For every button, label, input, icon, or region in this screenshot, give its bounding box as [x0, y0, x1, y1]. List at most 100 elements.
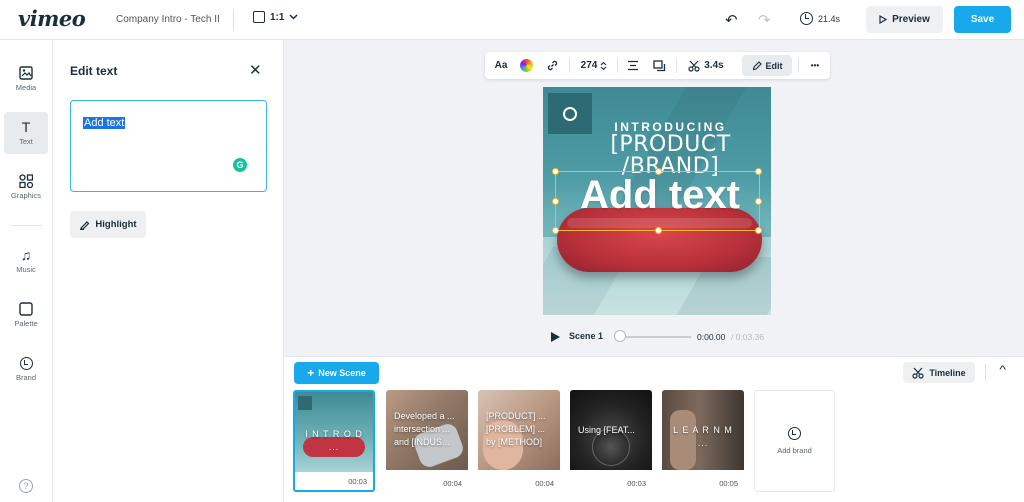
scene-thumbnail[interactable]: I N T R O D ... 00:03 [293, 390, 375, 492]
resize-handle[interactable] [755, 227, 762, 234]
highlighter-icon [80, 221, 90, 230]
brand-icon [19, 356, 33, 370]
pencil-icon [752, 60, 762, 70]
sidebar-item-label: Media [15, 83, 37, 92]
close-icon[interactable]: ✕ [249, 61, 262, 79]
color-wheel-icon [519, 59, 533, 72]
project-name[interactable]: Company Intro - Tech II [116, 14, 220, 25]
selection-frame[interactable] [552, 168, 762, 234]
aspect-ratio-dropdown[interactable]: 1:1 [253, 11, 298, 23]
scene-text: L E A R N M ... [673, 425, 733, 448]
brand-icon [788, 427, 801, 440]
timeline-panel: + New Scene Timeline ^ I N T R O D ... 0… [284, 356, 1024, 502]
more-options-icon[interactable]: ••• [805, 52, 825, 79]
video-canvas[interactable]: INTRODUCING [PRODUCT /BRAND] Add text [543, 87, 771, 315]
scene-text: [PRODUCT] ... [PROBLEM] ... by [METHOD] [486, 411, 546, 447]
help-icon[interactable]: ? [19, 479, 33, 493]
current-time: 0:00.00 [697, 332, 726, 342]
highlight-button[interactable]: Highlight [70, 211, 146, 238]
resize-handle[interactable] [655, 168, 662, 175]
play-outline-icon [879, 15, 888, 24]
sidebar-item-label: Music [16, 265, 36, 274]
resize-handle[interactable] [655, 227, 662, 234]
font-size-value: 274 [580, 60, 598, 71]
link-glyph [547, 60, 557, 71]
scrubber-track[interactable] [619, 336, 691, 338]
timeline-button[interactable]: Timeline [903, 362, 975, 383]
scene-thumbnail[interactable]: L E A R N M ... 00:05 [662, 390, 744, 492]
top-bar: vimeo Company Intro - Tech II 1:1 ↶ ↷ 21… [0, 0, 1024, 40]
chevron-up-icon[interactable]: ^ [999, 364, 1006, 376]
resize-handle[interactable] [552, 168, 559, 175]
layers-icon[interactable] [649, 52, 669, 79]
resize-handle[interactable] [552, 227, 559, 234]
sidebar-item-palette[interactable]: Palette [4, 294, 48, 336]
divider [233, 10, 234, 30]
align-icon[interactable] [623, 52, 643, 79]
preview-label: Preview [892, 14, 930, 25]
scene-thumbnail[interactable]: Developed a ... intersection ... and [IN… [386, 390, 468, 492]
text-toolbar: Aa 274 3.4s Edit ••• [485, 52, 830, 79]
aspect-ratio-value: 1:1 [270, 11, 285, 23]
scene-duration: 00:04 [443, 479, 462, 488]
new-scene-button[interactable]: + New Scene [294, 362, 379, 384]
vimeo-logo[interactable]: vimeo [18, 6, 86, 31]
divider [617, 58, 618, 73]
plus-icon: + [307, 366, 315, 380]
divider [10, 225, 43, 226]
divider [676, 58, 677, 73]
resize-handle[interactable] [755, 198, 762, 205]
sidebar-item-brand[interactable]: Brand [4, 348, 48, 390]
sidebar-item-graphics[interactable]: Graphics [4, 166, 48, 208]
shapes-icon [19, 174, 33, 188]
align-center-glyph [628, 60, 638, 71]
grammarly-icon[interactable]: G [233, 158, 247, 172]
scene-thumbnail[interactable]: [PRODUCT] ... [PROBLEM] ... by [METHOD] … [478, 390, 560, 492]
duplicate-glyph [652, 59, 665, 71]
scene-thumb-image: Using [FEAT... [570, 390, 652, 470]
sidebar-item-label: Palette [14, 319, 38, 328]
total-time: / 0:03.36 [731, 332, 765, 342]
color-button[interactable] [517, 52, 535, 79]
trim-duration: 3.4s [704, 60, 724, 71]
panel-title: Edit text [70, 64, 118, 78]
divider [569, 58, 570, 73]
font-icon[interactable]: Aa [490, 52, 512, 79]
text-input[interactable]: Add text G [70, 100, 267, 192]
scene-thumb-image: L E A R N M ... [662, 390, 744, 470]
palette-icon [19, 302, 33, 316]
preview-button[interactable]: Preview [866, 6, 943, 33]
edit-label: Edit [765, 60, 783, 71]
scene-duration: 00:04 [535, 479, 554, 488]
scene-thumb-image: I N T R O D ... [295, 392, 373, 472]
scene-text: I N T R O D ... [305, 429, 363, 452]
resize-handle[interactable] [552, 198, 559, 205]
add-brand-button[interactable]: Add brand [754, 390, 835, 492]
scene-thumb-image: Developed a ... intersection ... and [IN… [386, 390, 468, 470]
scrubber-handle[interactable] [614, 330, 626, 342]
divider [798, 58, 799, 73]
sidebar: Media T Text Graphics ♫ Music Palette Br… [0, 40, 53, 502]
play-icon[interactable] [551, 332, 560, 342]
product-line: [PRODUCT [610, 132, 731, 157]
sidebar-item-text[interactable]: T Text [4, 112, 48, 154]
divider [985, 364, 986, 381]
redo-icon[interactable]: ↷ [758, 11, 771, 29]
save-button[interactable]: Save [954, 6, 1011, 33]
resize-handle[interactable] [755, 168, 762, 175]
scene-thumbnail[interactable]: Using [FEAT... 00:03 [570, 390, 652, 492]
scene-thumb-image: [PRODUCT] ... [PROBLEM] ... by [METHOD] [478, 390, 560, 470]
link-icon[interactable] [542, 52, 562, 79]
image-icon [19, 66, 33, 80]
font-size-stepper[interactable]: 274 [577, 52, 611, 79]
undo-icon[interactable]: ↶ [725, 11, 738, 29]
sidebar-item-music[interactable]: ♫ Music [4, 240, 48, 282]
scissors-icon [912, 367, 924, 379]
selected-text: Add text [83, 117, 126, 129]
edit-button[interactable]: Edit [742, 55, 792, 76]
sidebar-item-media[interactable]: Media [4, 58, 48, 100]
sidebar-item-label: Graphics [10, 191, 41, 200]
trim-button[interactable]: 3.4s [684, 52, 728, 79]
scene-text: Developed a ... intersection ... and [IN… [394, 411, 455, 447]
scissors-icon [688, 60, 700, 72]
